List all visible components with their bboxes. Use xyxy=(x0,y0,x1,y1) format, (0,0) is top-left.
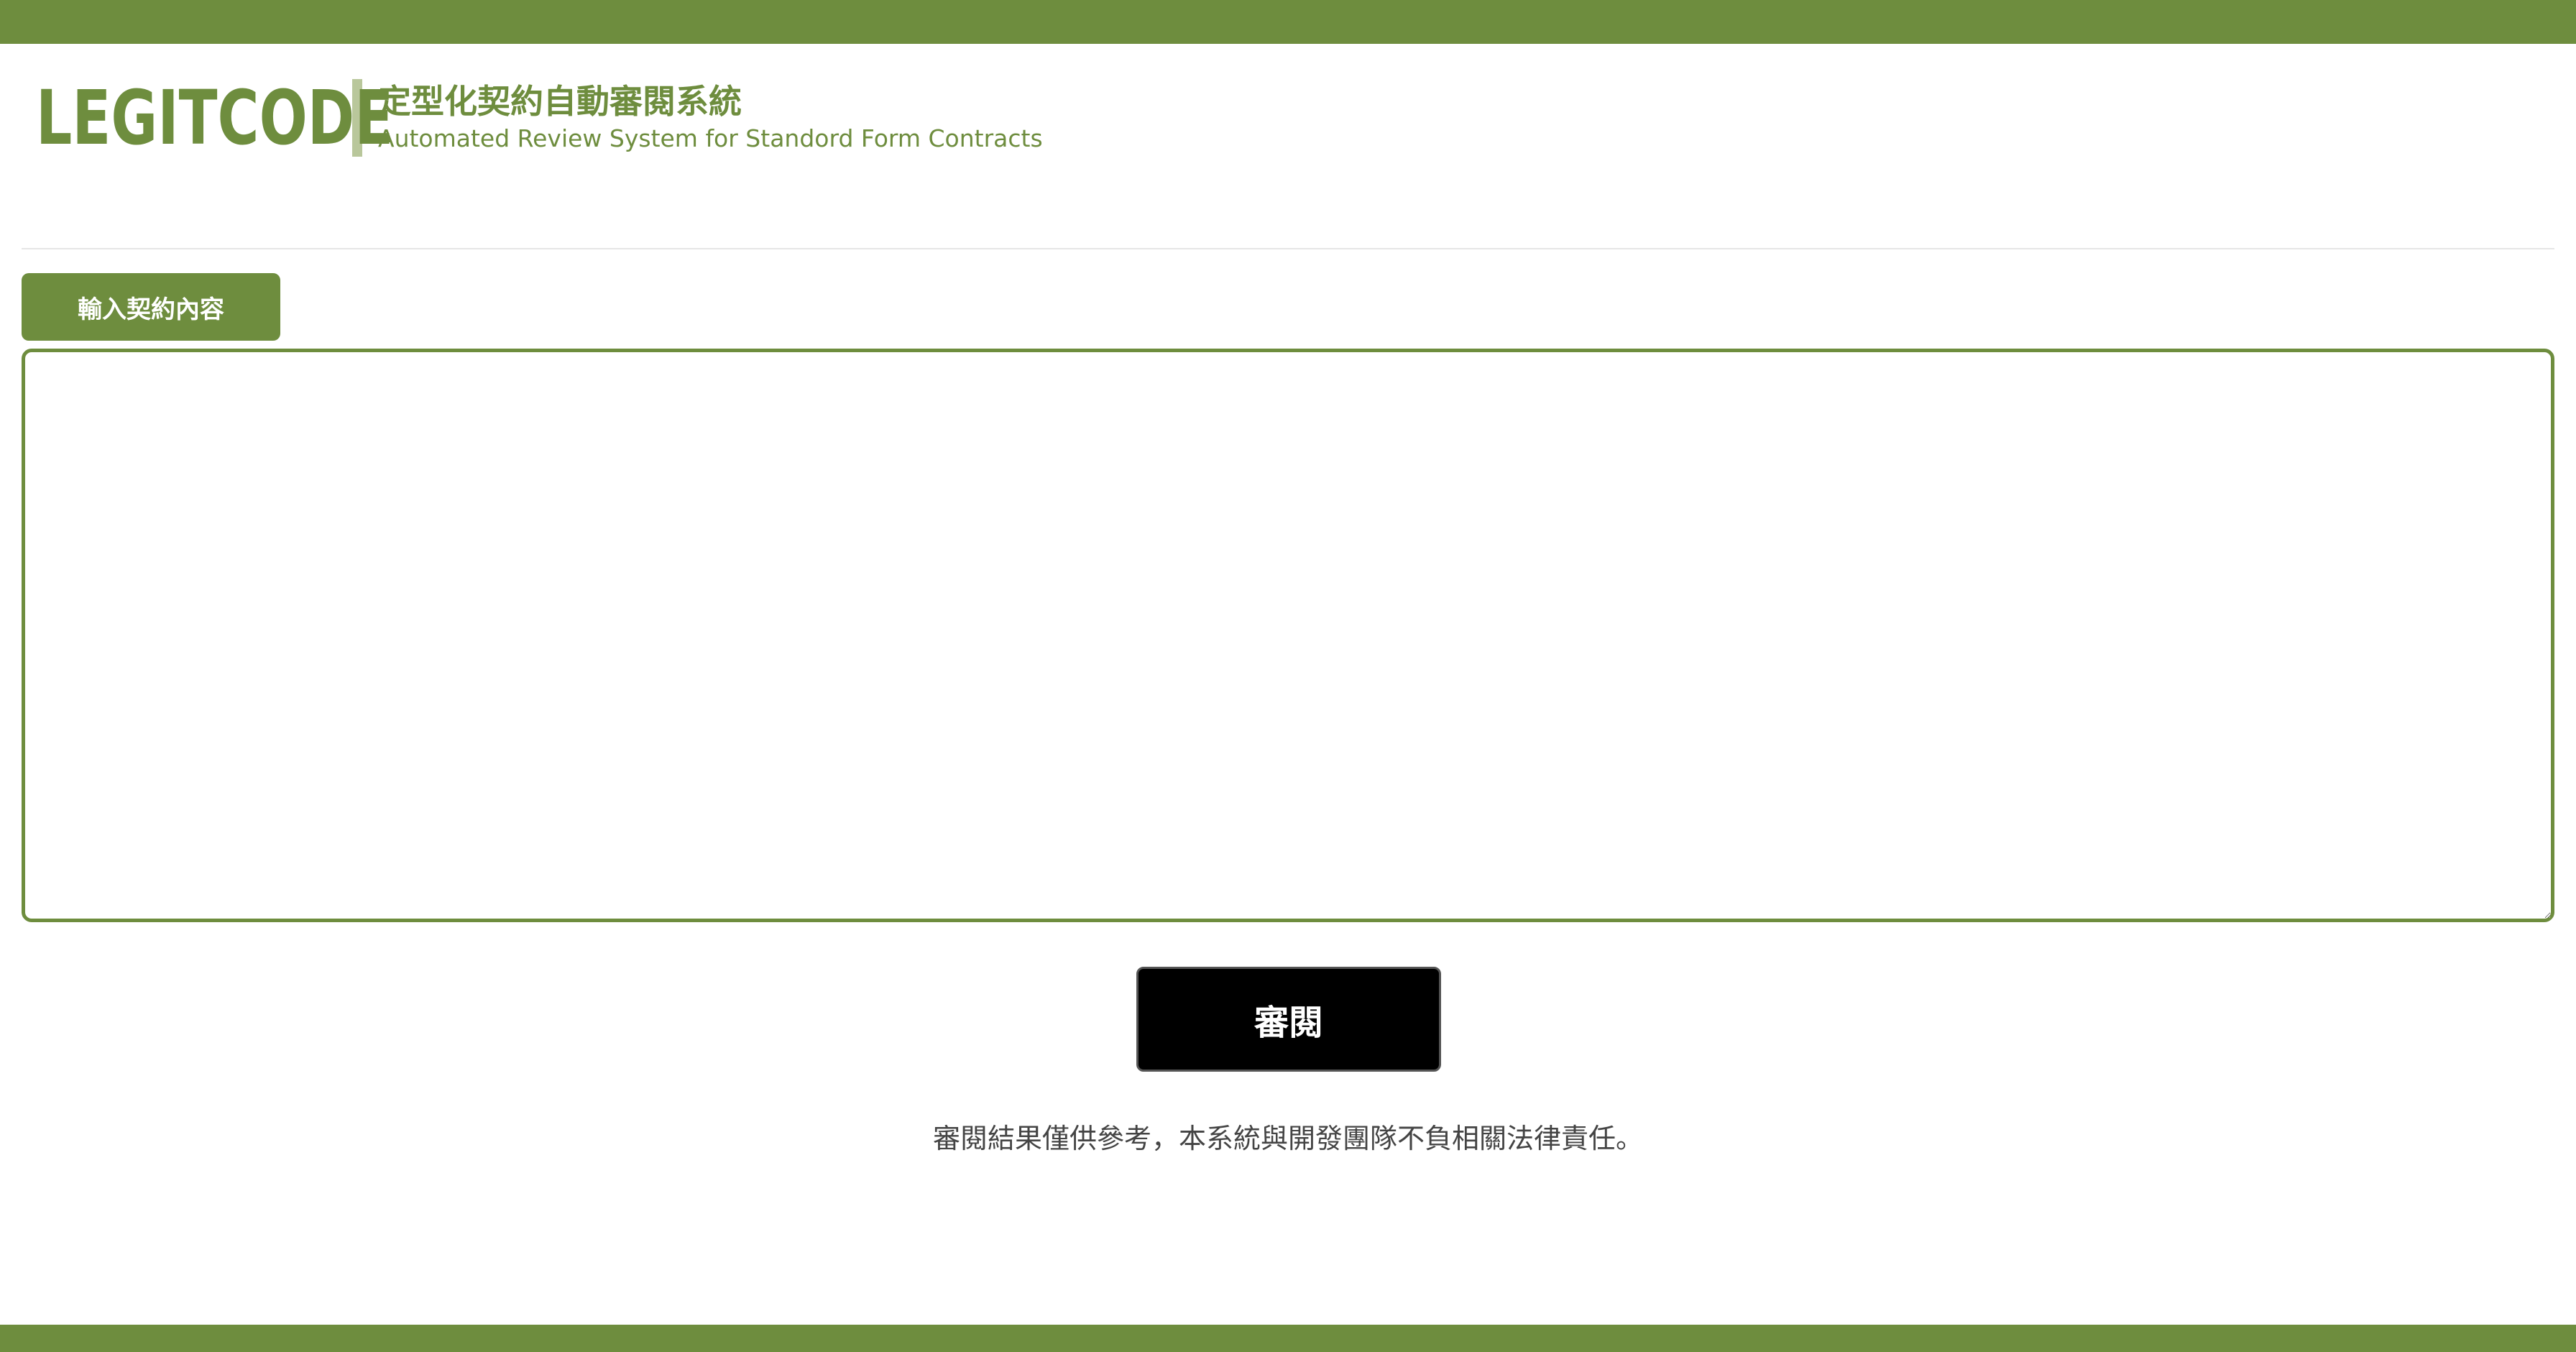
top-bar xyxy=(0,0,2576,44)
input-contract-tab[interactable]: 輸入契約內容 xyxy=(22,273,280,341)
header-divider xyxy=(22,248,2554,249)
logo-wordmark: LEGITCODE xyxy=(36,74,394,162)
page: LEGITCODE 定型化契約自動審閱系統 Automated Review S… xyxy=(0,0,2576,1352)
logo-title-group: 定型化契約自動審閱系統 Automated Review System for … xyxy=(378,81,1043,155)
site-title-zh: 定型化契約自動審閱系統 xyxy=(378,82,742,121)
bottom-bar xyxy=(0,1325,2576,1352)
contract-text-input[interactable] xyxy=(22,349,2554,922)
site-logo[interactable]: LEGITCODE 定型化契約自動審閱系統 Automated Review S… xyxy=(36,75,1043,161)
disclaimer-text: 審閱結果僅供參考，本系統與開發團隊不負相關法律責任。 xyxy=(932,1123,1643,1154)
review-button[interactable]: 審閱 xyxy=(1136,967,1441,1072)
site-title-en: Automated Review System for Standord For… xyxy=(378,124,1043,152)
